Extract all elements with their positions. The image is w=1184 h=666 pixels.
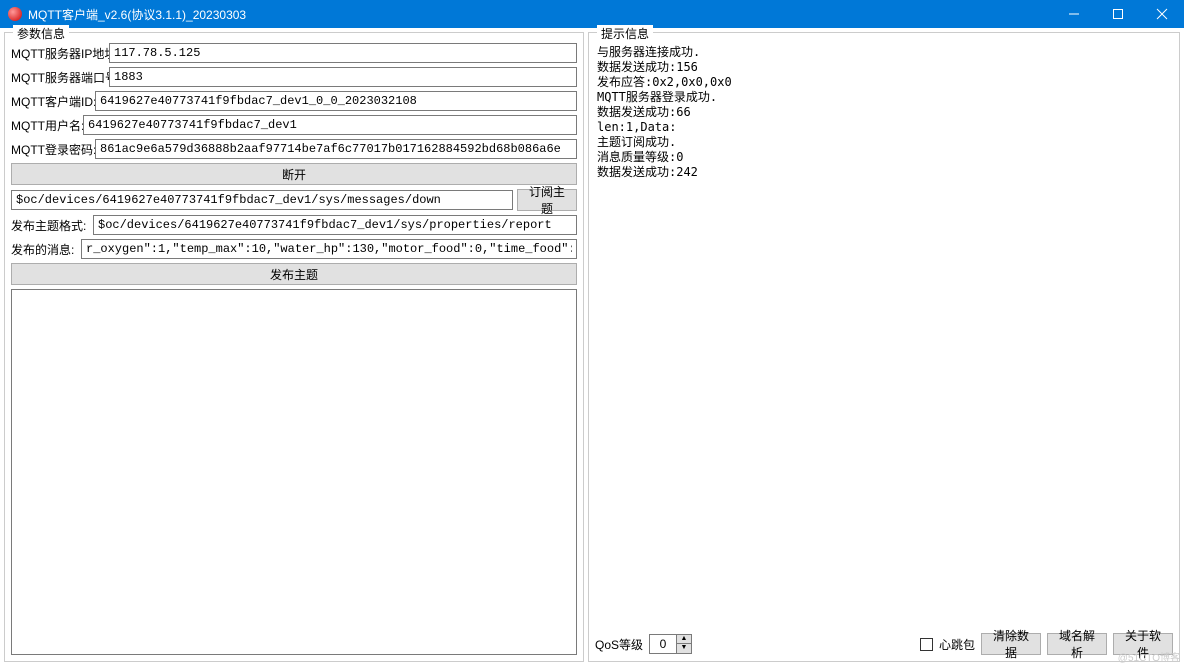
qos-label: QoS等级 xyxy=(595,636,643,653)
publish-button[interactable]: 发布主题 xyxy=(11,263,577,285)
clientid-label: MQTT客户端ID: xyxy=(11,93,91,110)
pub-msg-label: 发布的消息: xyxy=(11,241,77,258)
ip-label: MQTT服务器IP地址: xyxy=(11,45,105,62)
ip-input[interactable] xyxy=(109,43,577,63)
qos-spinner[interactable]: ▲ ▼ xyxy=(649,634,692,654)
pass-input[interactable] xyxy=(95,139,577,159)
heartbeat-checkbox[interactable] xyxy=(920,638,933,651)
pub-topic-input[interactable] xyxy=(93,215,577,235)
minimize-button[interactable] xyxy=(1052,0,1096,28)
clientid-input[interactable] xyxy=(95,91,577,111)
heartbeat-label: 心跳包 xyxy=(939,636,975,653)
params-group: 参数信息 MQTT服务器IP地址: MQTT服务器端口号: MQTT客户端ID:… xyxy=(4,32,584,662)
qos-value[interactable] xyxy=(649,634,677,654)
log-output: 与服务器连接成功. 数据发送成功:156 发布应答:0x2,0x0,0x0 MQ… xyxy=(595,43,1173,629)
maximize-button[interactable] xyxy=(1096,0,1140,28)
close-button[interactable] xyxy=(1140,0,1184,28)
clear-button[interactable]: 清除数据 xyxy=(981,633,1041,655)
dns-button[interactable]: 域名解析 xyxy=(1047,633,1107,655)
user-label: MQTT用户名: xyxy=(11,117,79,134)
qos-down-icon[interactable]: ▼ xyxy=(677,644,691,653)
params-legend: 参数信息 xyxy=(13,25,69,42)
info-group: 提示信息 与服务器连接成功. 数据发送成功:156 发布应答:0x2,0x0,0… xyxy=(588,32,1180,662)
watermark: @51CTO博客 xyxy=(1118,649,1180,664)
port-input[interactable] xyxy=(109,67,577,87)
info-legend: 提示信息 xyxy=(597,25,653,42)
user-input[interactable] xyxy=(83,115,577,135)
pub-msg-input[interactable] xyxy=(81,239,577,259)
output-textarea[interactable] xyxy=(11,289,577,655)
pub-topic-label: 发布主题格式: xyxy=(11,217,89,234)
app-icon xyxy=(8,7,22,21)
port-label: MQTT服务器端口号: xyxy=(11,69,105,86)
pass-label: MQTT登录密码: xyxy=(11,141,91,158)
subscribe-button[interactable]: 订阅主题 xyxy=(517,189,577,211)
window-title: MQTT客户端_v2.6(协议3.1.1)_20230303 xyxy=(28,6,1052,23)
titlebar: MQTT客户端_v2.6(协议3.1.1)_20230303 xyxy=(0,0,1184,28)
disconnect-button[interactable]: 断开 xyxy=(11,163,577,185)
qos-up-icon[interactable]: ▲ xyxy=(677,635,691,644)
subscribe-topic-input[interactable] xyxy=(11,190,513,210)
